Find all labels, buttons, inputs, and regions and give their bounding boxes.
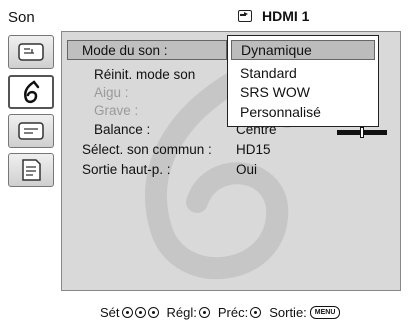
dropdown-option-dynamique[interactable]: Dynamique	[231, 40, 375, 60]
input-arrow-icon	[238, 10, 252, 22]
setting-label: Mode du son :	[82, 43, 168, 58]
footer-adjust-hint: Régl:	[167, 305, 210, 320]
menu-button-icon: MENU	[309, 306, 341, 319]
footer-select-hint: Sét	[100, 305, 159, 320]
setting-label: Grave :	[94, 103, 139, 118]
setting-value: HD15	[236, 142, 271, 157]
setting-label: Réinit. mode son	[94, 67, 196, 82]
tab-sound[interactable]	[8, 75, 54, 109]
tab-settings[interactable]	[8, 153, 54, 187]
sound-mode-dropdown[interactable]: Dynamique Standard SRS WOW Personnalisé	[227, 35, 379, 127]
picture-icon	[18, 43, 44, 61]
setting-label: Balance :	[94, 122, 151, 137]
tab-screen[interactable]	[8, 114, 54, 148]
setting-label: Sélect. son commun :	[82, 142, 212, 157]
dropdown-option-personnalise[interactable]: Personnalisé	[240, 104, 321, 120]
setting-value: Oui	[236, 162, 258, 177]
nav-button-icon	[121, 307, 133, 318]
input-name: HDMI 1	[262, 8, 310, 24]
setting-label: Sortie haut-p. :	[82, 162, 171, 177]
setting-label: Aigu :	[94, 85, 129, 100]
footer-back-label: Préc:	[217, 305, 249, 320]
footer-back-hint: Préc:	[217, 305, 262, 320]
settings-icon	[22, 159, 41, 181]
menu-title: Son	[8, 9, 35, 26]
balance-slider-thumb[interactable]	[360, 127, 364, 138]
osd-menu-screen: Son HDMI 1 Mode du son: Réinit. mode so…	[0, 0, 412, 334]
nav-button-icon	[147, 307, 159, 318]
tab-picture[interactable]	[8, 35, 54, 69]
footer-select-label: Sét	[100, 305, 120, 320]
footer-help-bar: Sét Régl: Préc: Sortie: MENU	[100, 305, 348, 320]
back-button-icon	[250, 307, 262, 318]
footer-exit-label: Sortie:	[269, 305, 307, 320]
footer-adjust-label: Régl:	[166, 305, 197, 320]
dropdown-option-standard[interactable]: Standard	[240, 65, 297, 81]
sound-icon	[24, 80, 40, 104]
enter-button-icon	[198, 307, 210, 318]
footer-exit-hint: Sortie: MENU	[269, 305, 341, 320]
screen-icon	[18, 122, 44, 140]
nav-button-icon	[134, 307, 146, 318]
input-indicator: HDMI 1	[238, 8, 309, 24]
dropdown-option-srs-wow[interactable]: SRS WOW	[240, 84, 310, 100]
